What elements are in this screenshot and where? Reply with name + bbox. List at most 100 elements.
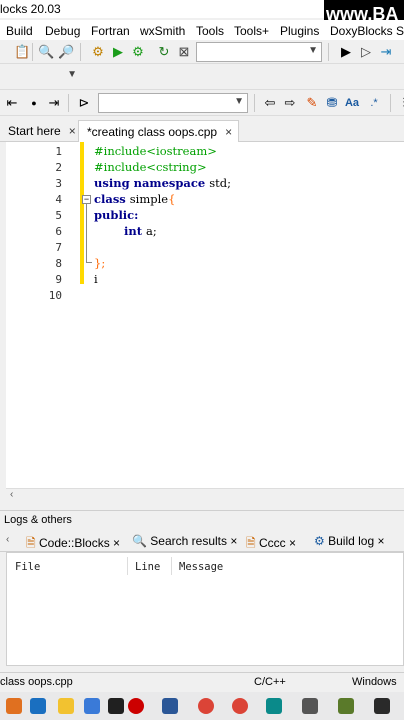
close-icon[interactable]: × bbox=[113, 536, 120, 550]
toolbar-navigation: ⇤ ● ⇥ ⊳ ▼ ⇦ ⇨ ✎ ⛃ Aa .* ⫶ bbox=[0, 90, 404, 116]
build-and-run-icon[interactable]: ⚙ bbox=[130, 44, 146, 60]
code-keyword: using namespace bbox=[94, 176, 210, 190]
close-icon[interactable]: × bbox=[69, 124, 76, 138]
line-number: 6 bbox=[55, 225, 62, 238]
tab-label: Search results bbox=[150, 534, 227, 548]
debug-run-icon[interactable]: ▶ bbox=[338, 44, 354, 60]
line-number-gutter: 1 2 3 4 5 6 7 8 9 10 bbox=[6, 142, 76, 488]
jump-back-icon[interactable]: ⇤ bbox=[4, 95, 20, 111]
column-header-message[interactable]: Message bbox=[179, 561, 223, 573]
regex-icon[interactable]: .* bbox=[366, 95, 382, 111]
code-line-3: using namespace std; bbox=[94, 176, 231, 190]
app-icon[interactable] bbox=[108, 698, 124, 714]
menu-tools[interactable]: Tools bbox=[196, 24, 224, 38]
close-icon[interactable]: × bbox=[377, 534, 384, 548]
function-select[interactable]: ▼ bbox=[98, 93, 248, 113]
rebuild-icon[interactable]: ↻ bbox=[156, 44, 172, 60]
window-title: locks 20.03 bbox=[0, 2, 61, 16]
column-header-line[interactable]: Line bbox=[135, 561, 160, 573]
code-line-4: class simple{ bbox=[94, 192, 175, 206]
jump-forward-icon[interactable]: ⇥ bbox=[46, 95, 62, 111]
build-messages-list[interactable]: File Line Message bbox=[6, 552, 404, 666]
scope-select[interactable]: ▼ bbox=[0, 67, 80, 87]
tab-label: Code::Blocks bbox=[39, 536, 110, 550]
match-case-icon[interactable]: Aa bbox=[344, 95, 360, 111]
menu-build[interactable]: Build bbox=[6, 24, 33, 38]
menu-wxsmith[interactable]: wxSmith bbox=[140, 24, 185, 38]
build-target-select[interactable]: ▼ bbox=[196, 42, 322, 62]
app-icon[interactable] bbox=[84, 698, 100, 714]
fold-line bbox=[86, 204, 87, 262]
chrome-icon[interactable] bbox=[232, 698, 248, 714]
code-editor[interactable]: 1 2 3 4 5 6 7 8 9 10 − #include<iostream… bbox=[6, 142, 404, 488]
toolbar-separator bbox=[80, 43, 81, 61]
horizontal-scrollbar[interactable]: ‹ bbox=[6, 488, 404, 502]
gear-icon: ⚙ bbox=[314, 534, 325, 548]
folder-icon[interactable] bbox=[58, 698, 74, 714]
document-icon: 🗎 bbox=[26, 536, 36, 550]
scroll-left-icon[interactable]: ‹ bbox=[10, 489, 13, 500]
code-line-8: }; bbox=[94, 256, 106, 270]
toolbar-main: 📋 🔍 🔎 ⚙ ▶ ⚙ ↻ ⊠ ▼ ▶ ▷ ⇥ bbox=[0, 40, 404, 64]
column-header-file[interactable]: File bbox=[15, 561, 40, 573]
toolbar-separator bbox=[254, 94, 255, 112]
chevron-down-icon: ▼ bbox=[234, 96, 244, 107]
next-line-icon[interactable]: ⇥ bbox=[378, 44, 394, 60]
code-line-2: #include<cstring> bbox=[94, 160, 207, 174]
run-icon[interactable]: ▶ bbox=[110, 44, 126, 60]
arrow-right-icon[interactable]: ⇨ bbox=[282, 95, 298, 111]
scroll-tabs-left-icon[interactable]: ‹ bbox=[6, 532, 9, 552]
find-icon[interactable]: 🔍 bbox=[38, 44, 54, 60]
code-text: simple bbox=[129, 192, 169, 206]
status-file-path: class oops.cpp bbox=[0, 676, 73, 688]
code-line-5: public: bbox=[94, 208, 139, 222]
stamp-icon[interactable]: ⛃ bbox=[324, 95, 340, 111]
tab-codeblocks-log[interactable]: 🗎 Code::Blocks × bbox=[26, 532, 120, 552]
menu-plugins[interactable]: Plugins bbox=[280, 24, 319, 38]
menu-debug[interactable]: Debug bbox=[45, 24, 80, 38]
editor-tab-bar: Start here × *creating class oops.cpp × bbox=[0, 118, 404, 142]
tab-cccc[interactable]: 🗎 Cccc × bbox=[246, 532, 296, 552]
close-icon[interactable]: × bbox=[225, 125, 232, 139]
debug-window-icon[interactable]: ⊳ bbox=[76, 95, 92, 111]
replace-icon[interactable]: 🔎 bbox=[58, 44, 74, 60]
toolbar-separator bbox=[68, 94, 69, 112]
tab-creating-class-oops[interactable]: *creating class oops.cpp × bbox=[78, 120, 240, 142]
line-number: 2 bbox=[55, 161, 62, 174]
app-icon[interactable] bbox=[30, 698, 46, 714]
code-line-6: int a; bbox=[124, 224, 157, 238]
line-number: 9 bbox=[55, 273, 62, 286]
build-gear-icon[interactable]: ⚙ bbox=[90, 44, 106, 60]
menu-doxyblocks[interactable]: DoxyBlocks bbox=[330, 24, 393, 38]
arrow-left-icon[interactable]: ⇦ bbox=[262, 95, 278, 111]
app-icon[interactable] bbox=[302, 698, 318, 714]
tab-start-here[interactable]: Start here × bbox=[0, 120, 82, 142]
run-to-cursor-icon[interactable]: ▷ bbox=[358, 44, 374, 60]
app-icon[interactable] bbox=[338, 698, 354, 714]
app-icon[interactable] bbox=[374, 698, 390, 714]
status-language: C/C++ bbox=[254, 676, 286, 688]
toolbar-separator bbox=[390, 94, 391, 112]
tab-build-log[interactable]: ⚙ Build log × bbox=[314, 532, 385, 552]
code-line-9: i bbox=[94, 272, 98, 286]
close-icon[interactable]: × bbox=[289, 536, 296, 550]
menu-more[interactable]: S bbox=[396, 24, 404, 38]
tab-search-results[interactable]: 🔍 Search results × bbox=[132, 532, 237, 552]
document-icon: 🗎 bbox=[246, 536, 256, 550]
chevron-down-icon: ▼ bbox=[308, 45, 318, 56]
toolbar-separator bbox=[328, 43, 329, 61]
app-icon[interactable] bbox=[266, 698, 282, 714]
menu-tools-plus[interactable]: Tools+ bbox=[234, 24, 269, 38]
close-icon[interactable]: × bbox=[230, 534, 237, 548]
more-icon[interactable]: ⫶ bbox=[396, 95, 404, 111]
bookmark-icon[interactable]: ● bbox=[26, 95, 42, 111]
highlight-pen-icon[interactable]: ✎ bbox=[304, 95, 320, 111]
chrome-icon[interactable] bbox=[198, 698, 214, 714]
word-icon[interactable] bbox=[162, 698, 178, 714]
app-icon[interactable] bbox=[6, 698, 22, 714]
paste-icon[interactable]: 📋 bbox=[14, 44, 30, 60]
fold-minus-icon[interactable]: − bbox=[82, 195, 91, 204]
abort-icon[interactable]: ⊠ bbox=[176, 44, 192, 60]
menu-fortran[interactable]: Fortran bbox=[91, 24, 130, 38]
record-icon[interactable] bbox=[128, 698, 144, 714]
